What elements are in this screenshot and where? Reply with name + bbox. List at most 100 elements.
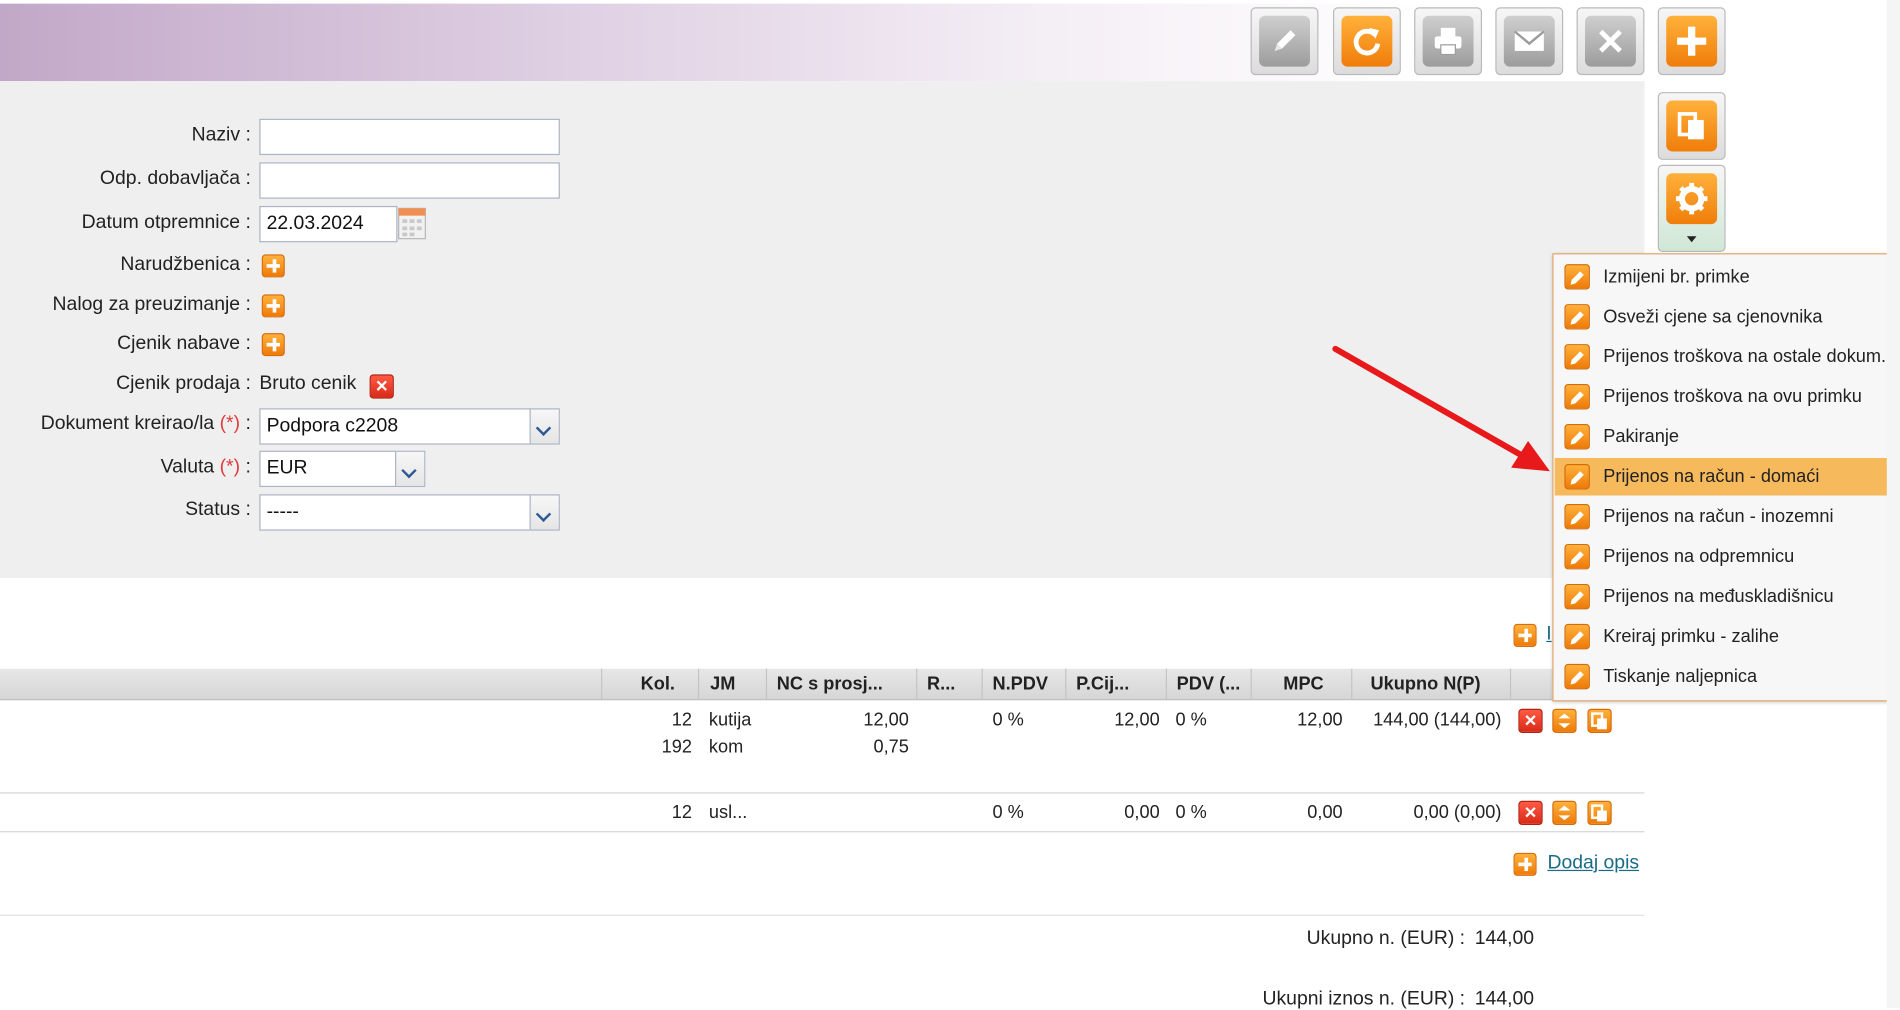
dokument-kreirao-select[interactable]: Podpora c2208 — [259, 408, 560, 445]
row1b-kol: 192 — [661, 736, 692, 758]
row1-delete-icon[interactable]: × — [1518, 708, 1543, 733]
calendar-icon[interactable] — [397, 206, 426, 241]
row2-jm: usl... — [708, 802, 748, 823]
row2-copy-icon[interactable] — [1587, 800, 1612, 826]
row-divider — [0, 831, 1645, 833]
red-arrow-annotation — [1332, 345, 1550, 472]
print-button[interactable] — [1414, 7, 1483, 76]
col-kol[interactable]: Kol. — [602, 669, 675, 700]
row2-npdv: 0 % — [992, 802, 1024, 823]
col-pcij[interactable]: P.Cij... — [1076, 669, 1161, 700]
datum-otpremnice-input[interactable] — [259, 205, 398, 243]
row2-pcij: 0,00 — [1124, 802, 1160, 823]
menu-item-label: Prijenos na odpremnicu — [1603, 546, 1795, 567]
nalog-label: Nalog za preuzimanje : — [52, 294, 251, 315]
actions-dropdown-button[interactable] — [1657, 164, 1726, 252]
row1-copy-icon[interactable] — [1587, 708, 1612, 733]
ukupni-iznos-label: Ukupni iznos n. (EUR) : — [1262, 988, 1466, 1010]
row2-mpc: 0,00 — [1307, 802, 1343, 823]
ukupno-label: Ukupno n. (EUR) : — [1306, 928, 1466, 949]
row1b-nc: 0,75 — [873, 736, 909, 758]
cjenik-prodaja-label: Cjenik prodaja : — [116, 373, 251, 394]
caret-down-icon — [1686, 236, 1697, 243]
refresh-icon — [1341, 15, 1393, 67]
menu-item[interactable]: Prijenos na račun - inozemni — [1555, 498, 1893, 536]
add-item-link[interactable]: I — [1546, 624, 1551, 646]
row2-pdv: 0 % — [1175, 802, 1207, 823]
row1-npdv: 0 % — [992, 709, 1024, 731]
mail-button[interactable] — [1495, 7, 1564, 76]
menu-item-label: Prijenos na račun - inozemni — [1603, 506, 1834, 528]
odp-dobavljaca-label: Odp. dobavljača : — [99, 168, 251, 189]
chevron-down-icon[interactable] — [529, 409, 559, 444]
naziv-input[interactable] — [259, 118, 560, 156]
menu-item[interactable]: Tiskanje naljepnica — [1555, 658, 1893, 696]
row1-ukupno: 144,00 (144,00) — [1373, 709, 1502, 731]
dokument-kreirao-label: Dokument kreirao/la (*) : — [40, 413, 251, 434]
row2-move-icon[interactable] — [1552, 800, 1577, 826]
row1-nc: 12,00 — [863, 709, 909, 731]
valuta-label: Valuta (*) : — [160, 456, 251, 478]
mail-icon — [1503, 15, 1555, 67]
col-nc[interactable]: NC s prosj... — [777, 669, 910, 700]
dodaj-opis-link[interactable]: Dodaj opis — [1547, 853, 1639, 875]
row1-kol: 12 — [671, 709, 692, 731]
edit-button[interactable] — [1250, 7, 1319, 76]
naziv-label: Naziv : — [191, 124, 251, 146]
edit-icon — [1564, 583, 1590, 610]
col-r[interactable]: R... — [927, 669, 975, 700]
menu-item[interactable]: Osveži cjene sa cjenovnika — [1555, 298, 1893, 336]
status-select[interactable]: ----- — [259, 494, 560, 531]
col-jm[interactable]: JM — [710, 669, 771, 700]
scrollbar[interactable] — [1886, 0, 1900, 1008]
row2-delete-icon[interactable]: × — [1518, 800, 1543, 826]
table-header: Kol. JM NC s prosj... R... N.PDV P.Cij..… — [0, 668, 1645, 701]
refresh-button[interactable] — [1332, 7, 1401, 76]
menu-item[interactable]: Prijenos na odpremnicu — [1555, 538, 1893, 576]
edit-icon — [1564, 623, 1590, 650]
menu-item-label: Osveži cjene sa cjenovnika — [1603, 306, 1823, 328]
menu-item[interactable]: Prijenos troškova na ovu primku — [1555, 378, 1893, 416]
row2-ukupno: 0,00 (0,00) — [1413, 802, 1502, 823]
cjenik-nabave-label: Cjenik nabave : — [117, 333, 251, 354]
add-item-icon[interactable] — [1513, 623, 1537, 647]
chevron-down-icon[interactable] — [395, 451, 425, 486]
add-button[interactable] — [1657, 7, 1726, 76]
menu-item-label: Prijenos na međuskladišnicu — [1603, 586, 1834, 607]
chevron-down-icon[interactable] — [529, 495, 559, 530]
valuta-select[interactable]: EUR — [259, 450, 426, 488]
dodaj-opis-add-icon[interactable] — [1513, 852, 1537, 876]
odp-dobavljaca-input[interactable] — [259, 162, 560, 199]
row1-move-icon[interactable] — [1552, 708, 1577, 733]
edit-icon — [1564, 663, 1590, 690]
cjenik-prodaja-remove-icon[interactable]: × — [369, 374, 394, 399]
row2-kol: 12 — [671, 802, 692, 823]
col-npdv[interactable]: N.PDV — [992, 669, 1065, 700]
edit-icon — [1564, 543, 1590, 570]
menu-item[interactable]: Izmijeni br. primke — [1555, 258, 1893, 296]
menu-item[interactable]: Kreiraj primku - zalihe — [1555, 618, 1893, 656]
menu-item-label: Pakiranje — [1603, 426, 1680, 448]
menu-item-label: Prijenos na račun - domaći — [1603, 466, 1820, 488]
menu-item[interactable]: Pakiranje — [1555, 418, 1893, 456]
menu-item[interactable]: Prijenos troškova na ostale dokum. — [1555, 338, 1893, 376]
close-button[interactable] — [1576, 7, 1645, 76]
status-label: Status : — [185, 499, 251, 520]
footer-divider — [0, 914, 1645, 916]
menu-item[interactable]: Prijenos na međuskladišnicu — [1555, 578, 1893, 616]
row1-pdv: 0 % — [1175, 709, 1207, 731]
menu-item[interactable]: Prijenos na račun - domaći — [1554, 457, 1893, 496]
narudzbenica-add-icon[interactable] — [261, 254, 285, 278]
col-mpc[interactable]: MPC — [1283, 669, 1344, 700]
cjenik-nabave-add-icon[interactable] — [261, 333, 285, 357]
close-icon — [1585, 15, 1636, 67]
col-pdv[interactable]: PDV (... — [1177, 669, 1252, 700]
col-ukupno[interactable]: Ukupno N(P) — [1371, 669, 1510, 700]
nalog-add-icon[interactable] — [261, 294, 285, 318]
edit-icon — [1259, 15, 1310, 67]
copy-button[interactable] — [1657, 92, 1726, 160]
ukupni-iznos-value: 144,00 — [1474, 988, 1535, 1010]
row1-jm: kutija — [708, 709, 752, 731]
ukupno-value: 144,00 — [1474, 928, 1535, 949]
menu-item-label: Kreiraj primku - zalihe — [1603, 626, 1779, 647]
